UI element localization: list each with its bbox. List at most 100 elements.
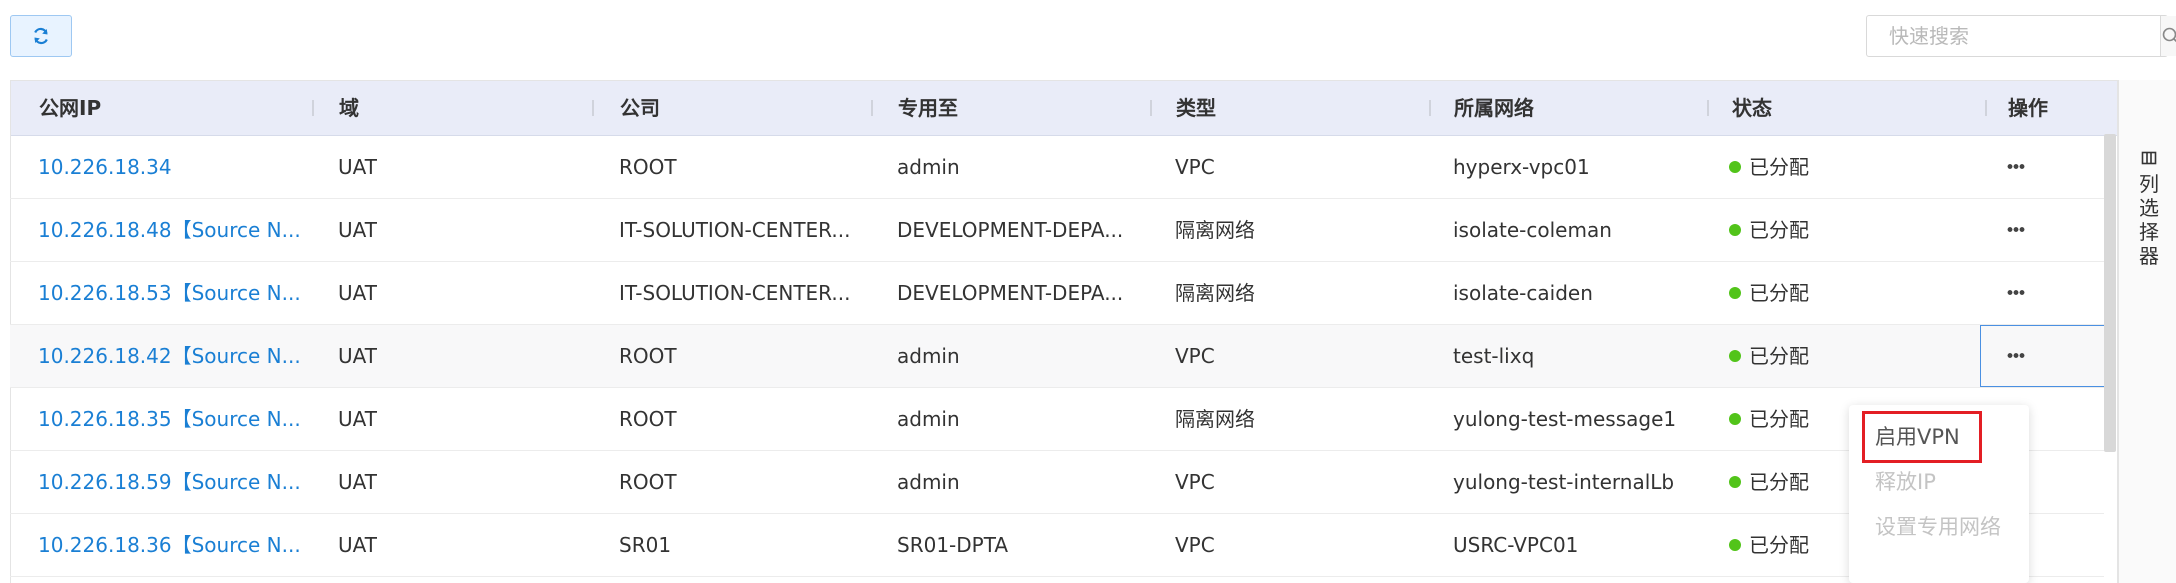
col-header-status[interactable]: 状态 [1732, 81, 1772, 135]
status-dot-icon [1729, 349, 1741, 362]
public-ip-link[interactable]: 10.226.18.48【Source N... [38, 199, 301, 261]
public-ip-link[interactable]: 10.226.18.59【Source N... [38, 451, 301, 513]
col-header-domain[interactable]: 域 [339, 81, 359, 135]
active-row-actions-cell [1980, 325, 2106, 387]
type-cell: VPC [1175, 533, 1215, 557]
table-row[interactable]: 10.226.18.59【Source N... UAT ROOT admin VPC y… [10, 451, 2104, 514]
status-dot-icon [1729, 286, 1741, 299]
column-divider[interactable] [871, 100, 873, 116]
domain-cell: UAT [338, 344, 377, 368]
status-dot-icon [1729, 160, 1741, 173]
type-cell: VPC [1175, 344, 1215, 368]
domain-cell: UAT [338, 281, 377, 305]
columns-icon [2141, 151, 2157, 165]
network-cell: hyperx-vpc01 [1453, 155, 1590, 179]
network-cell: yulong-test-internalLb [1453, 470, 1675, 494]
type-cell: 隔离网络 [1175, 281, 1255, 305]
type-cell: 隔离网络 [1175, 218, 1255, 242]
menu-item-set-private-network[interactable]: 设置专用网络 [1875, 512, 2001, 542]
status-cell: 已分配 [1729, 388, 1809, 450]
domain-cell: UAT [338, 470, 377, 494]
status-cell: 已分配 [1729, 262, 1809, 324]
network-cell: USRC-VPC01 [1453, 533, 1579, 557]
status-cell: 已分配 [1729, 325, 1809, 387]
ellipsis-icon [2007, 227, 2025, 232]
col-header-actions: 操作 [2008, 96, 2048, 120]
refresh-icon [34, 27, 48, 45]
table-row[interactable]: 10.226.18.53【Source N... UAT IT-SOLUTION-C… [10, 262, 2104, 325]
domain-cell: UAT [338, 155, 377, 179]
company-cell: ROOT [619, 470, 677, 494]
type-cell: VPC [1175, 470, 1215, 494]
network-cell: yulong-test-message1 [1453, 407, 1677, 431]
status-dot-icon [1729, 223, 1741, 236]
highlight-annotation [1862, 411, 1982, 463]
column-divider[interactable] [592, 100, 594, 116]
status-cell: 已分配 [1729, 451, 1809, 513]
status-dot-icon [1729, 475, 1741, 488]
more-actions-icon[interactable] [2005, 262, 2029, 324]
col-header-network[interactable]: 所属网络 [1454, 81, 1534, 135]
vertical-scrollbar[interactable] [2104, 134, 2116, 452]
public-ip-link[interactable]: 10.226.18.42【Source N... [38, 325, 301, 387]
status-label: 已分配 [1749, 155, 1809, 179]
public-ip-link[interactable]: 10.226.18.36【Source N... [38, 514, 301, 576]
dedicated-cell: DEVELOPMENT-DEPA... [897, 281, 1124, 305]
dedicated-cell: SR01-DPTA [897, 533, 1009, 557]
status-label: 已分配 [1749, 218, 1809, 242]
network-cell: isolate-caiden [1453, 281, 1593, 305]
status-label: 已分配 [1749, 281, 1809, 305]
status-label: 已分配 [1749, 407, 1809, 431]
ellipsis-icon [2007, 290, 2025, 295]
table-header: 公网IP 域 公司 专用至 类型 所属网络 状态 操作 [11, 81, 2117, 136]
dedicated-cell: admin [897, 470, 960, 494]
column-divider[interactable] [312, 100, 314, 116]
column-divider[interactable] [1429, 100, 1431, 116]
status-dot-icon [1729, 412, 1741, 425]
table-row[interactable]: 10.226.18.34 UAT ROOT admin VPC hyperx-vpc01 已… [10, 136, 2104, 199]
search-box [1866, 15, 2176, 57]
company-cell: ROOT [619, 344, 677, 368]
public-ip-link[interactable]: 10.226.18.53【Source N... [38, 262, 301, 324]
dedicated-cell: admin [897, 407, 960, 431]
company-cell: ROOT [619, 407, 677, 431]
col-header-type[interactable]: 类型 [1176, 81, 1216, 135]
public-ip-link[interactable]: 10.226.18.34 [38, 136, 172, 198]
ellipsis-icon [2007, 164, 2025, 169]
status-dot-icon [1729, 538, 1741, 551]
table-row[interactable]: 10.226.18.36【Source N... UAT SR01 SR01-DPTA… [10, 514, 2104, 577]
company-cell: IT-SOLUTION-CENTER... [619, 281, 851, 305]
column-chooser[interactable]: 列选择器 [2118, 80, 2176, 583]
column-divider[interactable] [1985, 100, 1987, 116]
search-input[interactable] [1867, 16, 2160, 56]
dedicated-cell: admin [897, 155, 960, 179]
table-row[interactable]: 10.226.18.42【Source N... UAT ROOT admin VPC t… [10, 325, 2104, 388]
type-cell: VPC [1175, 155, 1215, 179]
status-cell: 已分配 [1729, 199, 1809, 261]
type-cell: 隔离网络 [1175, 407, 1255, 431]
col-header-dedicated[interactable]: 专用至 [898, 81, 958, 135]
menu-item-release-ip[interactable]: 释放IP [1875, 467, 1936, 497]
status-label: 已分配 [1749, 470, 1809, 494]
dedicated-cell: DEVELOPMENT-DEPA... [897, 218, 1124, 242]
network-cell: isolate-coleman [1453, 218, 1612, 242]
column-divider[interactable] [1150, 100, 1152, 116]
company-cell: SR01 [619, 533, 672, 557]
public-ip-link[interactable]: 10.226.18.35【Source N... [38, 388, 301, 450]
refresh-button[interactable] [10, 15, 72, 57]
domain-cell: UAT [338, 533, 377, 557]
domain-cell: UAT [338, 218, 377, 242]
table-row[interactable]: 10.226.18.48【Source N... UAT IT-SOLUTION-C… [10, 199, 2104, 262]
network-cell: test-lixq [1453, 344, 1535, 368]
more-actions-icon[interactable] [2005, 199, 2029, 261]
table-row[interactable]: 10.226.18.35【Source N... UAT ROOT admin 隔离网络… [10, 388, 2104, 451]
company-cell: ROOT [619, 155, 677, 179]
dedicated-cell: admin [897, 344, 960, 368]
column-divider[interactable] [1707, 100, 1709, 116]
col-header-company[interactable]: 公司 [620, 81, 660, 135]
more-actions-icon[interactable] [2005, 136, 2029, 198]
company-cell: IT-SOLUTION-CENTER... [619, 218, 851, 242]
col-header-public-ip[interactable]: 公网IP [39, 81, 101, 135]
search-button[interactable] [2160, 16, 2176, 56]
status-cell: 已分配 [1729, 514, 1809, 576]
